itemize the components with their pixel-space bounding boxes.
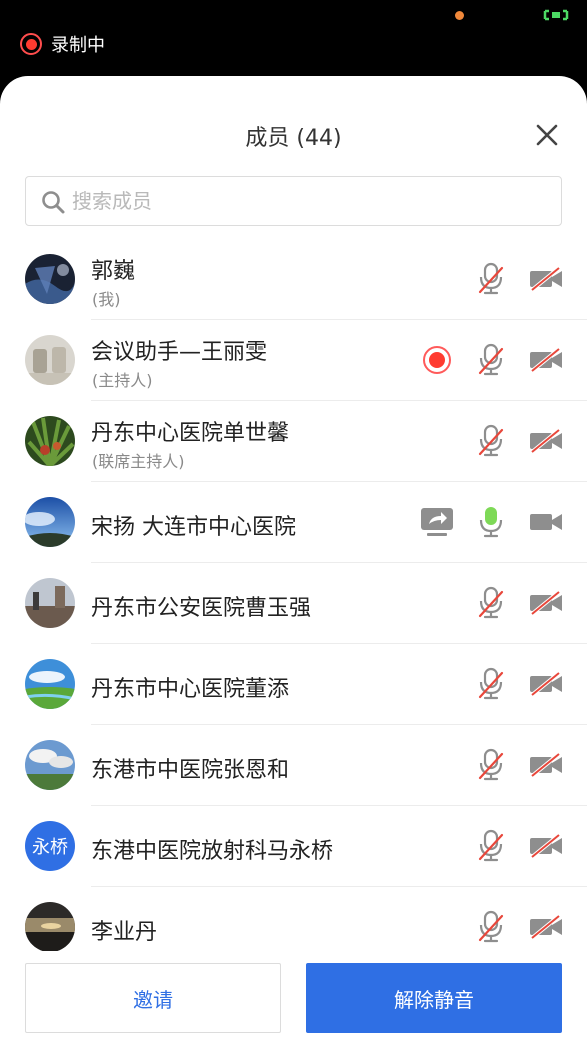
member-row[interactable]: 会议助手—王丽雯 (主持人) xyxy=(0,320,587,401)
member-name: 东港中医院放射科马永桥 xyxy=(91,839,334,864)
member-row[interactable]: 李业丹 xyxy=(0,887,587,951)
avatar xyxy=(25,659,75,709)
camera-off-icon[interactable] xyxy=(529,752,563,781)
member-name: 李业丹 xyxy=(91,920,158,945)
member-name: 宋扬 大连市中心医院 xyxy=(91,515,296,540)
camera-off-icon[interactable] xyxy=(529,428,563,457)
member-row[interactable]: 郭巍 (我) xyxy=(0,239,587,320)
camera-off-icon[interactable] xyxy=(529,671,563,700)
invite-button[interactable]: 邀请 xyxy=(25,963,281,1033)
search-input[interactable] xyxy=(72,186,542,216)
members-sheet: 成员 (44) 郭巍 (我) 会议助手—王丽雯 (主持人) 丹东中心医院单世馨 (联席主持… xyxy=(0,76,587,1045)
member-name: 东港市中医院张恩和 xyxy=(91,758,290,783)
member-name: 丹东市公安医院曹玉强 xyxy=(91,596,312,621)
member-row[interactable]: 丹东中心医院单世馨 (联席主持人) xyxy=(0,401,587,482)
avatar xyxy=(25,254,75,304)
member-role: (我) xyxy=(92,290,121,309)
member-role: (主持人) xyxy=(92,371,153,390)
search-icon xyxy=(42,191,65,214)
avatar xyxy=(25,740,75,790)
member-row[interactable]: 丹东市公安医院曹玉强 xyxy=(0,563,587,644)
record-icon xyxy=(20,33,42,55)
camera-off-icon[interactable] xyxy=(529,266,563,295)
avatar xyxy=(25,902,75,951)
microphone-muted-icon[interactable] xyxy=(476,748,506,786)
member-name: 郭巍 xyxy=(91,259,136,284)
avatar: 永桥 xyxy=(25,821,75,871)
member-name: 丹东市中心医院董添 xyxy=(91,677,290,702)
microphone-muted-icon[interactable] xyxy=(476,586,506,624)
close-icon[interactable] xyxy=(534,122,560,148)
notification-dot xyxy=(455,11,464,20)
camera-off-icon[interactable] xyxy=(529,833,563,862)
recording-icon xyxy=(422,345,452,379)
avatar xyxy=(25,416,75,466)
camera-icon[interactable] xyxy=(529,510,563,538)
camera-off-icon[interactable] xyxy=(529,914,563,943)
sheet-title: 成员 (44) xyxy=(245,126,342,151)
microphone-muted-icon[interactable] xyxy=(476,829,506,867)
member-list[interactable]: 郭巍 (我) 会议助手—王丽雯 (主持人) 丹东中心医院单世馨 (联席主持人) 宋扬 大连市… xyxy=(0,239,587,951)
microphone-muted-icon[interactable] xyxy=(476,424,506,462)
recording-label: 录制中 xyxy=(51,35,105,56)
status-bar: 录制中 xyxy=(0,0,587,76)
battery-icon xyxy=(543,9,569,21)
avatar xyxy=(25,335,75,385)
recording-indicator[interactable]: 录制中 xyxy=(20,31,105,57)
avatar xyxy=(25,497,75,547)
microphone-muted-icon[interactable] xyxy=(476,262,506,300)
member-name: 会议助手—王丽雯 xyxy=(91,340,268,365)
footer-actions: 邀请 解除静音 xyxy=(0,951,587,1045)
member-name: 丹东中心医院单世馨 xyxy=(91,421,290,446)
member-role: (联席主持人) xyxy=(92,452,185,471)
microphone-muted-icon[interactable] xyxy=(476,343,506,381)
camera-off-icon[interactable] xyxy=(529,347,563,376)
member-row[interactable]: 东港市中医院张恩和 xyxy=(0,725,587,806)
member-row[interactable]: 宋扬 大连市中心医院 xyxy=(0,482,587,563)
member-row[interactable]: 丹东市中心医院董添 xyxy=(0,644,587,725)
microphone-muted-icon[interactable] xyxy=(476,667,506,705)
avatar xyxy=(25,578,75,628)
microphone-muted-icon[interactable] xyxy=(476,910,506,948)
microphone-icon[interactable] xyxy=(476,505,506,543)
member-row[interactable]: 永桥 东港中医院放射科马永桥 xyxy=(0,806,587,887)
screen-share-icon[interactable] xyxy=(419,506,455,542)
search-box[interactable] xyxy=(25,176,562,226)
camera-off-icon[interactable] xyxy=(529,590,563,619)
unmute-all-button[interactable]: 解除静音 xyxy=(306,963,562,1033)
